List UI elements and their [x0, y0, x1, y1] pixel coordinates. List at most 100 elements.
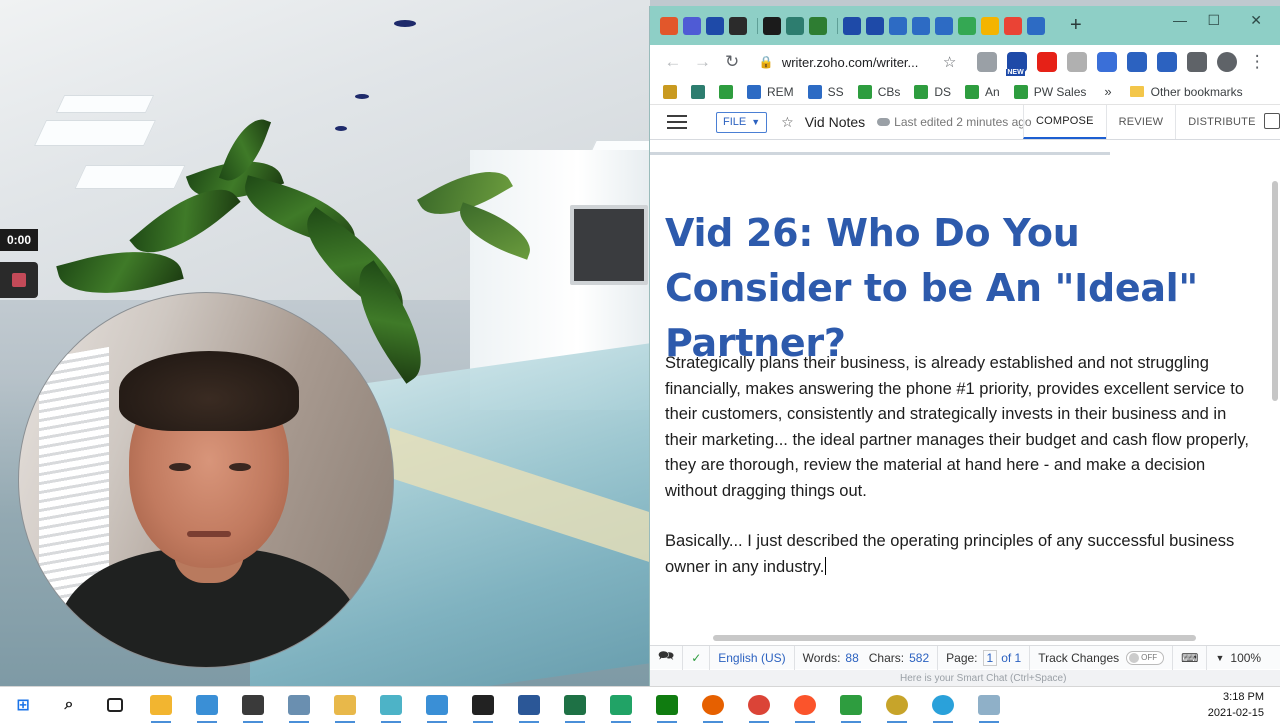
edit-taskbar-button[interactable]	[368, 687, 414, 723]
brave-taskbar-button[interactable]	[782, 687, 828, 723]
new-tab-button[interactable]: +	[1070, 14, 1082, 37]
youtube-icon[interactable]	[1037, 52, 1058, 72]
track-changes-toggle[interactable]: OFF	[1126, 650, 1165, 665]
new-badge: NEW	[1006, 69, 1025, 76]
browser-tab[interactable]	[866, 16, 884, 35]
taskbar-apps: ⊞ ⌕	[0, 687, 1012, 723]
spellcheck-icon[interactable]: ✓	[683, 645, 711, 670]
reload-button[interactable]: ↻	[717, 52, 747, 72]
keyboard-icon[interactable]: ⌨	[1173, 645, 1208, 670]
folder-zip-taskbar-button[interactable]	[322, 687, 368, 723]
close-window-button[interactable]: ✕	[1250, 12, 1262, 29]
puzzle-icon[interactable]	[1187, 52, 1208, 72]
system-clock[interactable]: 3:18 PM 2021-02-15	[1208, 689, 1264, 721]
file-explorer-taskbar-button[interactable]	[138, 687, 184, 723]
back-button[interactable]: ←	[658, 52, 688, 72]
browser-tab[interactable]	[935, 16, 953, 35]
browser-tab[interactable]	[843, 16, 861, 35]
word-taskbar-button[interactable]	[506, 687, 552, 723]
bookmark-item[interactable]: An	[965, 84, 1000, 99]
money-taskbar-button[interactable]	[828, 687, 874, 723]
browser-tab[interactable]	[763, 16, 781, 35]
bookmark-item[interactable]	[663, 84, 683, 99]
send-taskbar-button[interactable]	[414, 687, 460, 723]
screen-icon[interactable]	[1127, 52, 1148, 72]
minimize-button[interactable]: —	[1173, 12, 1187, 28]
browser-tab[interactable]	[786, 16, 804, 35]
zoho-cliq-taskbar-button[interactable]	[874, 687, 920, 723]
side-panel-icon[interactable]	[1264, 113, 1280, 129]
bookmarks-overflow-button[interactable]: »	[1104, 84, 1111, 99]
windows-start-icon: ⊞	[16, 697, 30, 714]
document-heading: Vid 26: Who Do You Consider to be An "Id…	[665, 211, 1198, 365]
iq-icon[interactable]	[1097, 52, 1118, 72]
document-name[interactable]: Vid Notes	[805, 114, 865, 130]
bookmark-item[interactable]: REM	[747, 84, 794, 99]
zoom-control[interactable]: ▼ 100%	[1207, 646, 1269, 670]
notepad-taskbar-button[interactable]	[276, 687, 322, 723]
vertical-scrollbar[interactable]	[1272, 181, 1278, 401]
tool-taskbar-button[interactable]	[966, 687, 1012, 723]
favorite-star-icon[interactable]: ☆	[781, 114, 794, 131]
browser-tab[interactable]	[981, 16, 999, 35]
language-selector[interactable]: English (US)	[710, 645, 795, 670]
horizontal-scrollbar[interactable]	[713, 635, 1196, 641]
webcam-overlay	[18, 292, 394, 668]
desktop-background	[0, 0, 650, 686]
browser-tab[interactable]	[660, 16, 678, 35]
browser-tab[interactable]	[729, 16, 747, 35]
document-canvas[interactable]: Vid 26: Who Do You Consider to be An "Id…	[650, 152, 1280, 640]
browser-tab[interactable]	[809, 16, 827, 35]
gear-icon[interactable]	[1157, 52, 1178, 72]
code-icon[interactable]	[977, 52, 998, 72]
firefox-taskbar-button[interactable]	[690, 687, 736, 723]
telegram-taskbar-button[interactable]	[920, 687, 966, 723]
profile-icon[interactable]	[1217, 52, 1238, 72]
bookmark-item[interactable]: SS	[807, 84, 844, 99]
smart-chat-bar[interactable]: Here is your Smart Chat (Ctrl+Space)	[650, 670, 1280, 686]
bookmark-item[interactable]: DS	[914, 84, 951, 99]
clock-time: 3:18 PM	[1223, 691, 1264, 703]
forward-button[interactable]: →	[688, 52, 718, 72]
track-changes-label: Track Changes	[1038, 650, 1120, 665]
tab-distribute[interactable]: DISTRIBUTE	[1175, 105, 1267, 139]
terminal-taskbar-button[interactable]	[460, 687, 506, 723]
bookmark-item[interactable]	[691, 84, 711, 99]
browser-tab[interactable]	[1027, 16, 1045, 35]
maximize-button[interactable]: ☐	[1207, 12, 1220, 29]
track-changes: Track Changes OFF	[1030, 645, 1174, 670]
calendar-new-icon[interactable]: NEW	[1006, 52, 1028, 76]
camtasia-taskbar-button[interactable]	[230, 687, 276, 723]
browser-tab[interactable]	[889, 16, 907, 35]
extension-bar: NEW	[972, 52, 1242, 76]
shield-taskbar-button[interactable]	[644, 687, 690, 723]
stop-recording-button[interactable]	[0, 262, 38, 298]
browser-tab[interactable]	[683, 16, 701, 35]
stop-icon	[12, 273, 26, 287]
browser-tab[interactable]	[912, 16, 930, 35]
bookmark-item[interactable]: PW Sales	[1013, 84, 1086, 99]
tab-compose[interactable]: COMPOSE	[1023, 105, 1106, 139]
other-bookmarks[interactable]: Other bookmarks	[1129, 85, 1243, 99]
file-menu-button[interactable]: FILE ▼	[716, 111, 768, 133]
app-window-taskbar-button[interactable]	[184, 687, 230, 723]
chrome-taskbar-button[interactable]	[736, 687, 782, 723]
bookmark-item[interactable]	[719, 84, 739, 99]
k-icon[interactable]	[1067, 52, 1088, 72]
bookmark-star-icon[interactable]: ☆	[943, 53, 956, 71]
page-input[interactable]: 1	[982, 649, 998, 666]
camtasia-c-taskbar-button[interactable]	[598, 687, 644, 723]
browser-tab[interactable]	[706, 16, 724, 35]
windows-start-taskbar-button[interactable]: ⊞	[0, 687, 46, 723]
browser-tab[interactable]	[1004, 16, 1022, 35]
menu-dots-icon[interactable]: ⋮	[1242, 52, 1272, 72]
tab-review[interactable]: REVIEW	[1105, 105, 1176, 139]
url-omnibox[interactable]: 🔒 writer.zoho.com/writer... ☆	[751, 48, 965, 76]
hamburger-menu-icon[interactable]	[667, 115, 687, 129]
bookmark-item[interactable]: CBs	[857, 84, 900, 99]
task-view-taskbar-button[interactable]	[92, 687, 138, 723]
excel-taskbar-button[interactable]	[552, 687, 598, 723]
search-taskbar-button[interactable]: ⌕	[46, 687, 92, 723]
browser-tab[interactable]	[958, 16, 976, 35]
comment-icon[interactable]: 🗪	[650, 645, 684, 670]
